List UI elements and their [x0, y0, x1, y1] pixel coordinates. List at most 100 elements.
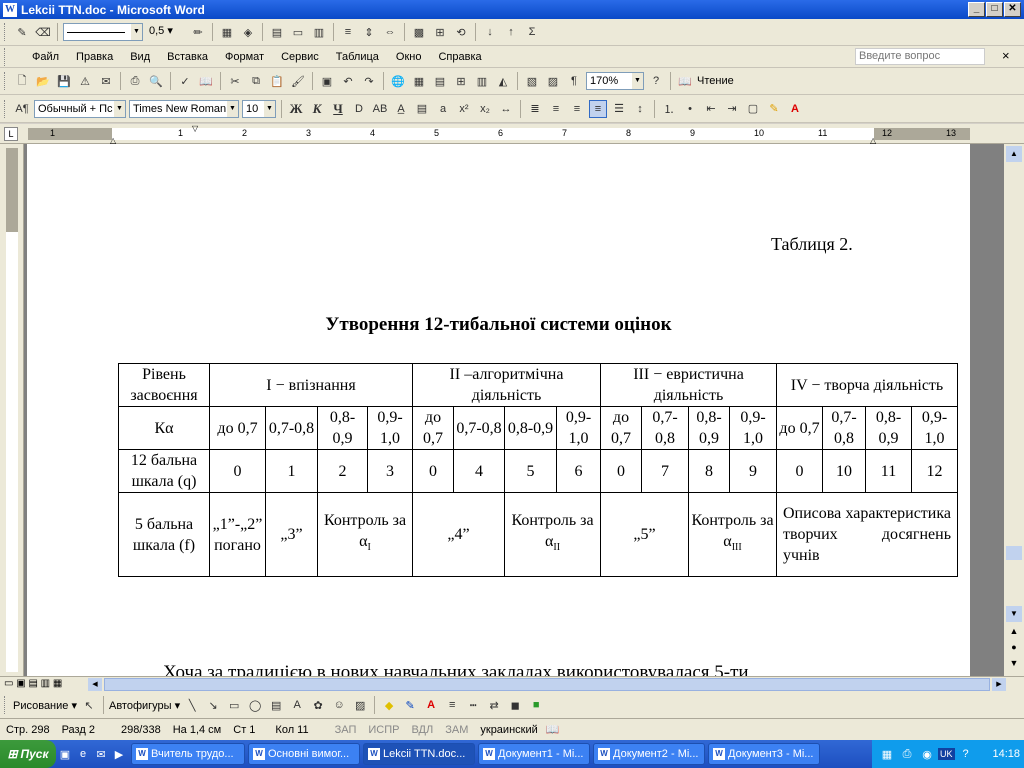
copy-icon[interactable]: ⧉: [247, 72, 265, 90]
borders-icon[interactable]: ▦: [218, 23, 236, 41]
horizontal-scrollbar[interactable]: ▭ ▣ ▤ ▥ ▦ ◀ ▶: [0, 676, 1024, 692]
help-icon[interactable]: ?: [647, 72, 665, 90]
select-objects-icon[interactable]: ↖: [80, 696, 98, 714]
menu-edit[interactable]: Правка: [69, 51, 120, 63]
oval-icon[interactable]: ◯: [246, 696, 264, 714]
scroll-left-icon[interactable]: ◀: [88, 678, 102, 691]
small-caps-icon[interactable]: AB: [371, 100, 389, 118]
close-button[interactable]: ✕: [1004, 2, 1021, 17]
hscroll-thumb[interactable]: [104, 678, 990, 691]
undo-icon[interactable]: ↶: [339, 72, 357, 90]
table-autoformat-icon[interactable]: ▩: [410, 23, 428, 41]
picture-icon[interactable]: ▨: [351, 696, 369, 714]
align-right-icon[interactable]: ≡: [568, 100, 586, 118]
show-hide-icon[interactable]: ¶: [565, 72, 583, 90]
superscript-icon[interactable]: x²: [455, 100, 473, 118]
merge-cells-icon[interactable]: ▭: [289, 23, 307, 41]
scroll-thumb[interactable]: [1006, 546, 1022, 560]
insert-table-icon[interactable]: ▤: [268, 23, 286, 41]
rectangle-icon[interactable]: ▭: [225, 696, 243, 714]
cut-icon[interactable]: ✂: [226, 72, 244, 90]
styles-icon[interactable]: A¶: [13, 100, 31, 118]
quicklaunch-desktop-icon[interactable]: ▣: [56, 745, 74, 763]
redo-icon[interactable]: ↷: [360, 72, 378, 90]
double-underline-icon[interactable]: D: [350, 100, 368, 118]
task-button[interactable]: W Вчитель трудо...: [131, 743, 245, 765]
task-button[interactable]: W Основні вимог...: [248, 743, 360, 765]
print-preview-icon[interactable]: 🔍: [147, 72, 165, 90]
char-scale-icon[interactable]: ▤: [413, 100, 431, 118]
clipart-icon[interactable]: ☺: [330, 696, 348, 714]
quicklaunch-ie-icon[interactable]: e: [74, 745, 92, 763]
start-button[interactable]: ⊞ Пуск: [0, 740, 56, 768]
highlight-icon[interactable]: ✎: [765, 100, 783, 118]
menu-table[interactable]: Таблица: [329, 51, 386, 63]
horizontal-ruler[interactable]: L 1 1 2 3 4 5 6 7 8 9 10 11 12 13 △ ▽ △: [0, 124, 1024, 145]
status-extend[interactable]: ВДЛ: [405, 724, 439, 736]
task-button-active[interactable]: W Lekcii TTN.doc...: [363, 743, 475, 765]
text-effect-icon[interactable]: A̲: [392, 100, 410, 118]
insert-table-std-icon[interactable]: ▤: [431, 72, 449, 90]
decrease-indent-icon[interactable]: ⇤: [702, 100, 720, 118]
view-buttons[interactable]: ▭ ▣ ▤ ▥ ▦: [4, 678, 62, 689]
research-icon[interactable]: 📖: [197, 72, 215, 90]
sort-ascending-icon[interactable]: ↓: [481, 23, 499, 41]
scroll-down-icon[interactable]: ▼: [1006, 606, 1022, 622]
thumbnails-icon[interactable]: ▨: [544, 72, 562, 90]
line-icon[interactable]: ╲: [183, 696, 201, 714]
menu-insert[interactable]: Вставка: [160, 51, 215, 63]
menu-file[interactable]: Файл: [25, 51, 66, 63]
arrow-style-icon[interactable]: ⇄: [485, 696, 503, 714]
spelling-icon[interactable]: ✓: [176, 72, 194, 90]
align-center-icon[interactable]: ≡: [547, 100, 565, 118]
line-spacing-icon[interactable]: ↕: [631, 100, 649, 118]
char-spacing-icon[interactable]: ↔: [497, 100, 515, 118]
line-style-select[interactable]: ▼: [63, 23, 143, 41]
bold-button[interactable]: Ж: [287, 100, 305, 118]
draw-menu[interactable]: Рисование ▾: [13, 699, 77, 712]
maximize-button[interactable]: □: [986, 2, 1003, 17]
task-button[interactable]: W Документ3 - Mi...: [708, 743, 820, 765]
menu-view[interactable]: Вид: [123, 51, 157, 63]
doc-map-icon[interactable]: ▧: [523, 72, 541, 90]
style-select[interactable]: Обычный + Пс ▼: [34, 99, 126, 118]
border-color-icon[interactable]: ✏: [189, 23, 207, 41]
prev-page-icon[interactable]: ▲: [1006, 626, 1022, 640]
line-width-select[interactable]: 0,5 ▾: [146, 23, 186, 41]
paste-icon[interactable]: 📋: [268, 72, 286, 90]
tray-language-indicator[interactable]: UK: [938, 748, 955, 760]
justify-icon[interactable]: ≡: [589, 99, 607, 118]
permission-icon[interactable]: ⚠: [76, 72, 94, 90]
select-browse-object-icon[interactable]: ●: [1006, 642, 1022, 656]
status-rec[interactable]: ЗАП: [329, 724, 363, 736]
autofit-icon[interactable]: ⊞: [431, 23, 449, 41]
scroll-up-icon[interactable]: ▲: [1006, 146, 1022, 162]
new-doc-icon[interactable]: 🗋: [13, 72, 31, 90]
line-color-icon[interactable]: ✎: [401, 696, 419, 714]
font-color-icon[interactable]: A: [786, 100, 804, 118]
sort-descending-icon[interactable]: ↑: [502, 23, 520, 41]
quicklaunch-media-icon[interactable]: ▶: [110, 745, 128, 763]
columns-icon[interactable]: ▥: [473, 72, 491, 90]
insert-excel-icon[interactable]: ⊞: [452, 72, 470, 90]
arrow-icon[interactable]: ↘: [204, 696, 222, 714]
align-left-icon[interactable]: ≣: [526, 100, 544, 118]
textbox-icon[interactable]: ▤: [267, 696, 285, 714]
text-direction-icon[interactable]: ⟲: [452, 23, 470, 41]
3d-icon[interactable]: ■: [527, 696, 545, 714]
align-cell-icon[interactable]: ≡: [339, 23, 357, 41]
task-button[interactable]: W Документ2 - Mi...: [593, 743, 705, 765]
spelling-status-icon[interactable]: 📖: [544, 721, 562, 739]
doc-close-button[interactable]: ×: [995, 48, 1017, 63]
first-line-indent-marker[interactable]: ▽: [192, 124, 198, 133]
word-app-icon[interactable]: W: [3, 2, 17, 17]
outside-border-icon[interactable]: ▢: [744, 100, 762, 118]
split-cells-icon[interactable]: ▥: [310, 23, 328, 41]
bullets-icon[interactable]: •: [681, 100, 699, 118]
tray-printer-icon[interactable]: ⎙: [898, 745, 916, 763]
toolbar-grip[interactable]: [4, 23, 7, 41]
draw-font-color-icon[interactable]: A: [422, 696, 440, 714]
wordart-icon[interactable]: A: [288, 696, 306, 714]
status-language[interactable]: украинский: [474, 724, 543, 736]
menu-tools[interactable]: Сервис: [274, 51, 326, 63]
